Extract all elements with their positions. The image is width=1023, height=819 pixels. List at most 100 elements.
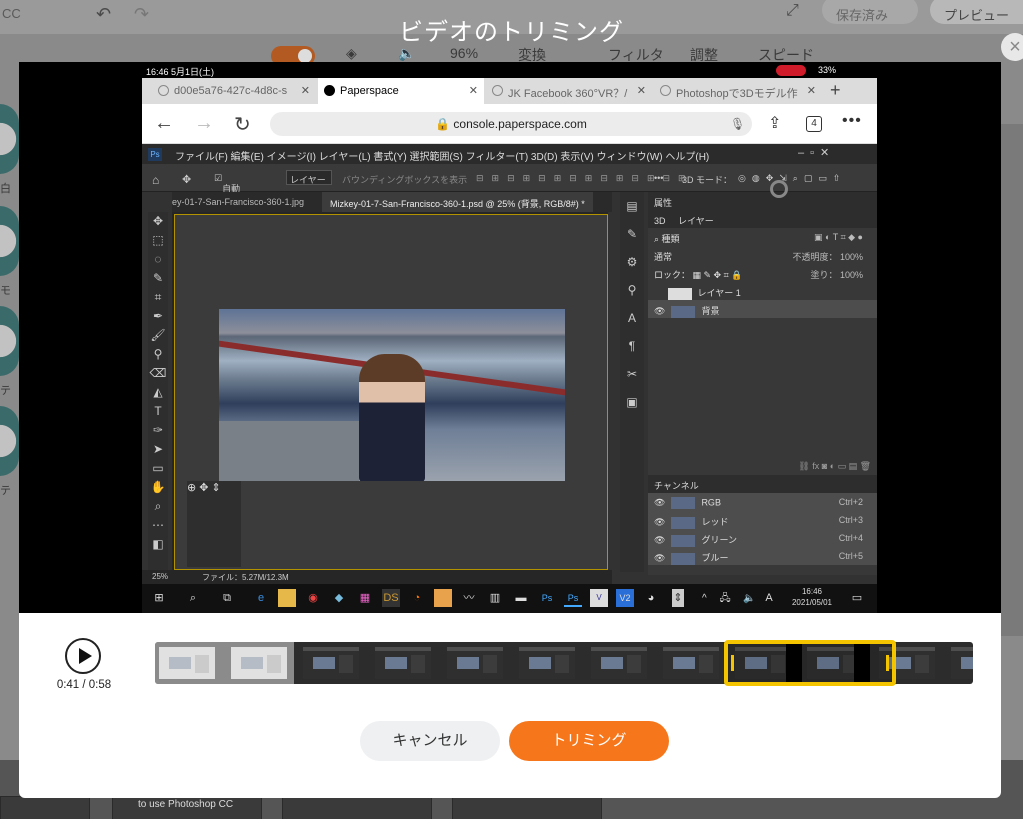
screen-record-icon [770,180,788,198]
canvas-image [219,309,565,481]
channel-row: 👁 グリーン Ctrl+4 [648,529,877,547]
kind-label: 種類 [661,234,680,244]
layer-actions-icons: ⛓ fx ◙ ◐ ▭ ▤ 🗑 [798,461,871,471]
mic-icon: 🎙 [730,117,746,131]
filmstrip-frame [447,647,503,679]
channel-thumbnail [671,552,696,565]
app-icon: ◆ [334,592,344,604]
taskbar-date: 2021/05/01 [791,598,833,607]
timecode: 0:41 / 0:58 [56,679,112,691]
video-preview[interactable]: 16:46 5月1日(土) 33% d00e5a76-427c-4d8c-s ✕ … [19,62,1001,613]
browser-tab-label: Paperspace [340,85,399,97]
close-tab-icon: ✕ [636,85,646,97]
app-icon [434,589,452,607]
windows-start-icon: ⊞ [154,592,164,604]
char-panel-icon: A [627,311,636,325]
back-icon: ← [154,112,174,134]
browser-tab-active: Paperspace ✕ [318,78,484,104]
lock-row: ロック： ▦ ✎ ✥ ⌗ 🔒 塗り： 100% [654,268,863,281]
status-time: 16:46 5月1日(土) [146,67,215,77]
quick-select-icon: ✎ [152,271,164,285]
ps-panel-icons: ▤ ✎ ⚙ ⚲ A ¶ ✂ ▣ [620,192,644,572]
image-3d-figure [359,354,425,481]
auto-select-label: ☑ 自動選択： [214,173,240,220]
channel-thumbnail [671,534,696,547]
tab-layers: レイヤー [678,216,714,226]
volume-icon: 🔈 [398,45,416,61]
fill-row: 塗り： 100% [810,268,863,281]
site-icon [660,85,671,96]
trim-selection[interactable] [724,640,896,686]
3d-axis-widget: ⊕ ✥ ⇕ [187,481,241,567]
move-tool-icon: ✥ [152,214,164,228]
photoshop-window: Ps ファイル(F) 編集(E) イメージ(I) レイヤー(L) 書式(Y) 選… [142,144,877,584]
crop-tool-icon: ⌗ [154,290,162,304]
close-tab-icon: ✕ [300,85,310,97]
layer-dropdown: レイヤー [286,170,332,185]
shape-tool-icon: ▭ [152,461,164,475]
url-field: 🔒 console.paperspace.com [270,112,752,136]
cancel-button[interactable]: キャンセル [360,721,500,761]
path-select-icon: ➤ [152,442,164,456]
url-text: console.paperspace.com [453,117,587,131]
text-tool-icon: T [154,404,162,418]
browser-tabs: d00e5a76-427c-4d8c-s ✕ Paperspace ✕ JK Fac… [142,78,877,104]
tab-3d: 3D [654,216,666,226]
browser-tab: JK Facebook 360°VR？/ ✕ [486,78,652,104]
play-button[interactable] [65,638,101,674]
trim-start-handle[interactable] [731,655,734,671]
ps-menu-items: ファイル(F) 編集(E) イメージ(I) レイヤー(L) 書式(Y) 選択範囲… [175,152,710,163]
filmstrip-frame [951,647,973,679]
paragraph-panel-icon: ¶ [628,339,636,353]
frame-gap [854,644,870,682]
layer-row-selected: 👁 背景 [648,300,877,318]
close-button[interactable]: × [1001,33,1023,61]
blender-icon: ◔ [413,592,421,604]
filter-icons: ▣ ◐ T ⌗ ◆ ● [813,232,863,242]
doc-tab-active: Mizkey-01-7-San-Francisco-360-1.psd @ 25… [322,192,593,212]
color-swatch-icon: ◧ [152,537,164,551]
new-tab-icon: + [830,80,841,100]
app-icon: ◕ [647,592,655,604]
history-icon: ▤ [626,199,638,213]
trim-end-handle[interactable] [886,655,889,671]
thumbnail-label: テ [0,385,11,397]
photoshop-logo-icon: Ps [148,148,162,161]
browser-url-bar: ← → ↻ 🔒 console.paperspace.com 🎙 ⇪ 4 ••• [142,104,877,144]
app-icon: V [590,589,608,607]
site-icon [492,85,503,96]
fill-icon: ◈ [346,45,357,61]
hand-tool-icon: ✋ [150,480,166,494]
bbox-label: バウンディングボックスを表示 [342,175,468,185]
mode-3d-label: 3D モード： [682,175,733,185]
image-deck [219,421,359,481]
fill-value: 100% [839,270,863,280]
share-icon: ⇪ [768,115,782,132]
notification-icon: ▭ [851,592,863,604]
marquee-tool-icon: ⬚ [152,233,164,247]
ps-file-size: ファイル：5.27M/12.3M [202,573,289,582]
thumbnail [0,406,19,476]
more-tools-icon: ⋯ [152,518,164,532]
doc-tab: ey-01-7-San-Francisco-360-1.jpg [172,197,305,207]
timeline-tile [452,796,602,819]
ime-indicator: A [765,592,773,604]
right-preview-strip [1001,124,1023,636]
channel-shortcut: Ctrl+5 [838,551,863,561]
layer-thumbnail [667,287,692,300]
dimension-icon: DS [382,589,400,607]
adjust-panel-icon: ⚙ [626,255,638,269]
task-view-icon: ⧉ [223,592,231,604]
channel-thumbnail [671,516,696,529]
channel-row: 👁 RGB Ctrl+2 [648,493,877,511]
thumbnail-label: テ [0,485,11,497]
lasso-tool-icon: ◌ [154,252,162,266]
chrome-icon: ◉ [308,592,318,604]
trim-button[interactable]: トリミング [509,721,669,761]
thumbnail [0,306,19,376]
video-frame: 16:46 5月1日(土) 33% d00e5a76-427c-4d8c-s ✕ … [142,62,877,613]
eyedropper-icon: ✒ [152,309,164,323]
ps-options-bar: ⌂ ✥ ☑ 自動選択： レイヤー バウンディングボックスを表示 ⊟⊞⊟⊞⊟⊞⊟⊞… [142,164,877,220]
filmstrip-frame [591,647,647,679]
browser-tab-label: Photoshopで3Dモデル作 [676,88,798,100]
